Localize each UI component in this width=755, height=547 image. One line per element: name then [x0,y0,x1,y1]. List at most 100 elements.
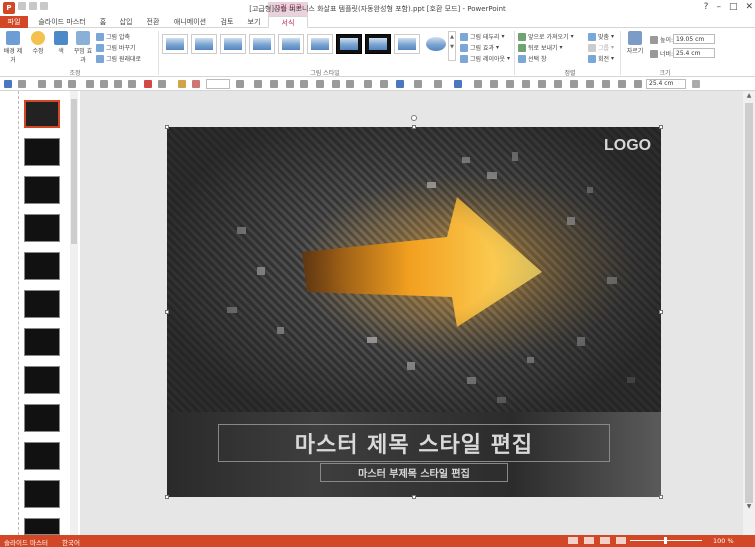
scroll-up-icon[interactable]: ▲ [745,92,753,100]
reset-picture-button[interactable]: 그림 원래대로 [96,54,141,63]
paste-icon[interactable] [100,80,108,88]
picture-style-7[interactable] [336,34,362,54]
text-box-icon[interactable] [346,80,354,88]
shape-width-field[interactable]: 25.4 cm [646,79,686,89]
text-direction-icon[interactable] [254,80,262,88]
clipboard-icon[interactable] [114,80,122,88]
thumbnail-layout-7[interactable] [24,366,60,394]
picture-style-9[interactable] [394,34,420,54]
artistic-effects-button[interactable]: 꾸밈 효과 [73,31,93,64]
bring-forward-button[interactable]: 앞으로 가져오기 ▾ [518,32,574,41]
minimize-button[interactable]: – [716,2,721,12]
thumbnail-layout-8[interactable] [24,404,60,432]
line-diagonal-icon[interactable] [300,80,308,88]
thumbnail-layout-9[interactable] [24,442,60,470]
text-align-icon[interactable] [270,80,278,88]
theme-colors-icon[interactable] [192,80,200,88]
tab-insert[interactable]: 삽입 [116,16,136,28]
picture-style-8[interactable] [365,34,391,54]
arrow-down-icon[interactable] [554,80,562,88]
image-icon[interactable] [364,80,372,88]
more-icon[interactable] [692,80,700,88]
thumbnail-scrollbar[interactable] [70,91,78,535]
picture-layout-button[interactable]: 그림 레이아웃 ▾ [460,54,510,63]
save-icon[interactable] [4,80,12,88]
group-button[interactable]: 그룹 ▾ [588,43,614,52]
align-button[interactable]: 맞춤 ▾ [588,32,614,41]
compress-pictures-button[interactable]: 그림 압축 [96,32,130,41]
zoom-level[interactable]: 100 % [713,537,734,545]
tab-format[interactable]: 서식 [268,16,308,28]
rotate-handle[interactable] [411,115,417,121]
tab-home[interactable]: 홈 [94,16,112,28]
picture-border-button[interactable]: 그림 테두리 ▾ [460,32,505,41]
tab-review[interactable]: 검토 [216,16,238,28]
shape-fill-icon[interactable] [434,80,442,88]
tab-view[interactable]: 보기 [244,16,264,28]
thumbnail-layout-5[interactable] [24,290,60,318]
resize-handle-br[interactable] [659,495,663,499]
resize-handle-t[interactable] [412,125,416,129]
thumbnail-master[interactable] [24,100,60,128]
gallery-scroll[interactable]: ▲ ▼ [448,31,456,61]
fill-color-icon[interactable] [178,80,186,88]
title-placeholder[interactable]: 마스터 제목 스타일 편집 [218,424,610,462]
tab-animations[interactable]: 애니메이션 [170,16,210,28]
thumbnail-layout-10[interactable] [24,480,60,508]
rounded-rect-icon[interactable] [490,80,498,88]
resize-handle-bl[interactable] [165,495,169,499]
curve-icon[interactable] [570,80,578,88]
thumbnail-layout-6[interactable] [24,328,60,356]
resize-handle-tr[interactable] [659,125,663,129]
shape-select-icon[interactable] [158,80,166,88]
help-button[interactable]: ? [704,2,709,12]
crop-button[interactable]: 자르기 [624,31,646,55]
height-field[interactable]: 19.05 cm [673,34,715,44]
rectangle-icon[interactable] [474,80,482,88]
oval-icon[interactable] [522,80,530,88]
format-painter-icon[interactable] [54,80,62,88]
reading-view-icon[interactable] [600,537,610,544]
resize-handle-l[interactable] [165,310,169,314]
crop-tool-icon[interactable] [634,80,642,88]
delete-icon[interactable] [144,80,152,88]
connector-icon[interactable] [332,80,340,88]
picture-style-10[interactable] [423,34,449,54]
shape-outline-icon[interactable] [454,80,462,88]
undo-icon[interactable] [18,80,26,88]
picture-style-2[interactable] [191,34,217,54]
canvas-scrollbar[interactable]: ▲ ▼ [743,91,755,535]
font-size-field[interactable] [206,79,230,89]
table-icon[interactable] [68,80,76,88]
picture-style-4[interactable] [249,34,275,54]
thumbnail-layout-11[interactable] [24,518,60,535]
normal-view-icon[interactable] [568,537,578,544]
resize-handle-b[interactable] [412,495,416,499]
subtitle-placeholder[interactable]: 마스터 부제목 스타일 편집 [320,463,508,482]
dash-style-icon[interactable] [414,80,422,88]
maximize-button[interactable]: □ [729,2,738,12]
scrollbar-thumb[interactable] [745,103,753,503]
thumbnail-layout-1[interactable] [24,138,60,166]
rotate-button[interactable]: 회전 ▾ [588,54,614,63]
resize-handle-tl[interactable] [165,125,169,129]
slide-sorter-icon[interactable] [584,537,594,544]
line-weight-icon[interactable] [396,80,404,88]
picture-style-3[interactable] [220,34,246,54]
language-label[interactable]: 한국어 [62,537,80,547]
repeat-icon[interactable] [38,80,46,88]
scroll-down-icon[interactable]: ▼ [745,503,753,511]
slide-master-preview[interactable]: LOGO 마스터 제목 스타일 편집 마스터 부제목 스타일 편집 [167,127,661,497]
thumbnail-layout-3[interactable] [24,214,60,242]
change-picture-button[interactable]: 그림 바꾸기 [96,43,136,52]
print-icon[interactable] [128,80,136,88]
tab-file[interactable]: 파일 [0,16,28,28]
thumbnail-layout-4[interactable] [24,252,60,280]
corrections-button[interactable]: 수정 [28,31,48,55]
picture-style-1[interactable] [162,34,188,54]
picture-effects-button[interactable]: 그림 효과 ▾ [460,43,499,52]
zoom-in-icon[interactable] [586,80,594,88]
slideshow-icon[interactable] [616,537,626,544]
zoom-out-icon[interactable] [602,80,610,88]
close-button[interactable]: ✕ [745,2,753,12]
